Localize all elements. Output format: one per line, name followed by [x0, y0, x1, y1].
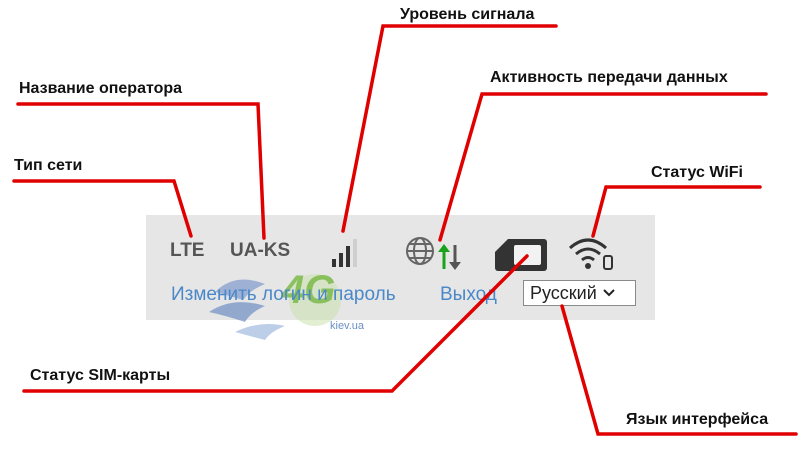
wifi-status-callout: Статус WiFi [651, 164, 743, 181]
globe-icon [406, 237, 434, 265]
sim-card-icon [495, 239, 547, 271]
signal-callout-line [341, 24, 558, 233]
operator-name-label: UA-KS [230, 240, 291, 261]
change-credentials-link[interactable]: Изменить логин и пароль [171, 284, 396, 306]
watermark-site-text: kiev.ua [330, 320, 365, 332]
language-select-value: Русский [530, 282, 597, 303]
network-type-label: LTE [170, 240, 205, 261]
interface-language-callout: Язык интерфейса [626, 411, 769, 428]
data-activity-arrows-icon [438, 244, 461, 270]
wifi-icon [569, 238, 613, 270]
data-activity-callout: Активность передачи данных [490, 69, 728, 86]
logout-link[interactable]: Выход [440, 284, 497, 306]
network-type-callout: Тип сети [14, 157, 83, 174]
signal-level-callout: Уровень сигнала [400, 6, 535, 23]
sim-status-callout: Статус SIM-карты [30, 367, 171, 384]
operator-name-callout: Название оператора [19, 80, 183, 97]
chevron-down-icon [603, 289, 615, 297]
language-select[interactable]: Русский [523, 280, 636, 306]
